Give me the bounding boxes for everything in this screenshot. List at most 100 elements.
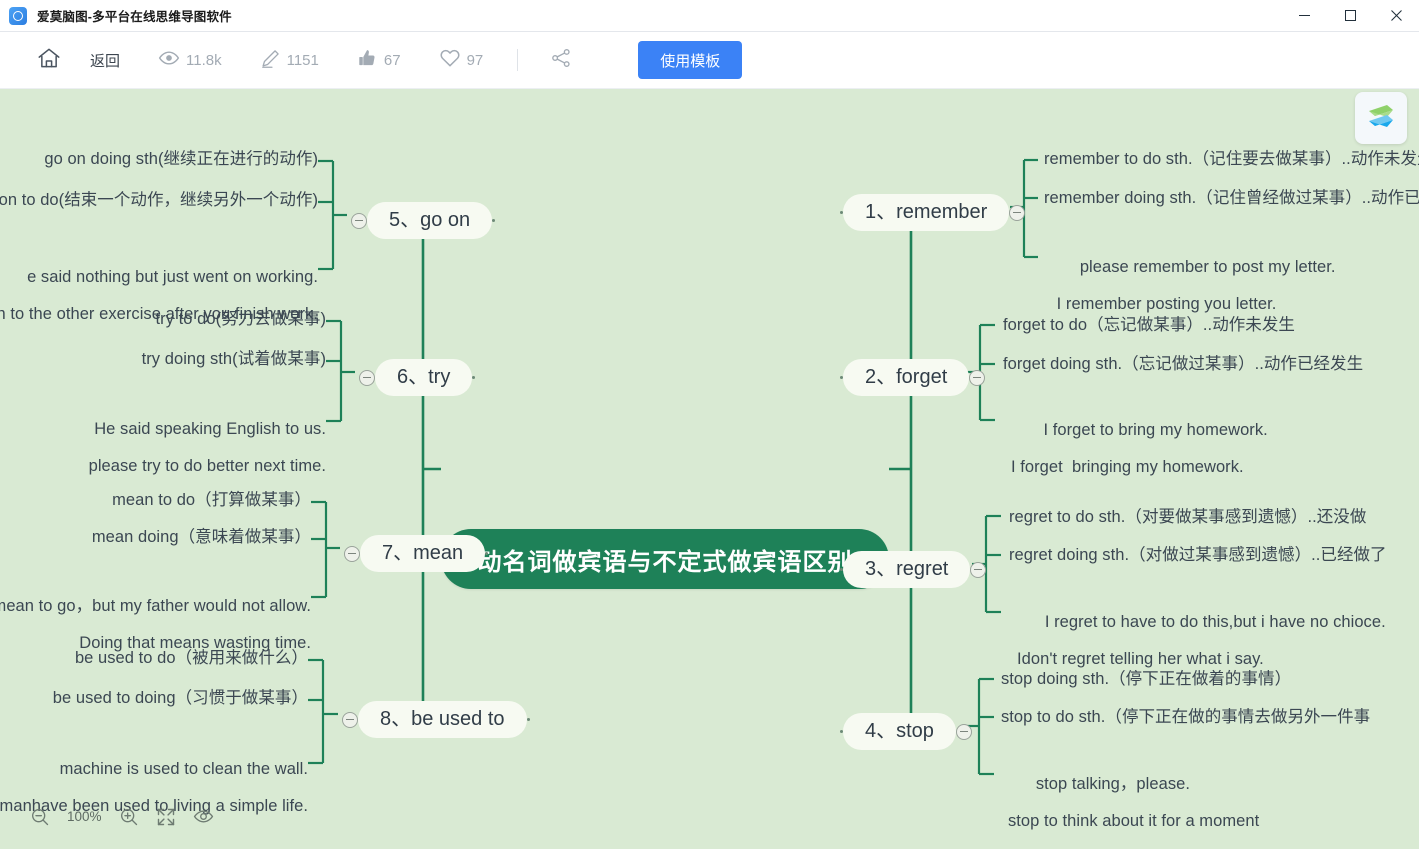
leaf-remember-3[interactable]: please remember to post my letter. I rem… bbox=[1052, 239, 1336, 352]
maximize-button[interactable] bbox=[1327, 0, 1373, 32]
minimize-button[interactable] bbox=[1281, 0, 1327, 32]
node-label: 1、remember bbox=[843, 194, 1010, 231]
view-count-value: 11.8k bbox=[186, 51, 222, 69]
leaf-go-on-2[interactable]: go on to do(结束一个动作，继续另外一个动作) bbox=[0, 191, 318, 210]
zoom-out-icon[interactable] bbox=[30, 807, 50, 827]
share-icon bbox=[550, 47, 572, 73]
leaf-try-2[interactable]: try doing sth(试着做某事) bbox=[142, 350, 326, 369]
leaf-mean-2[interactable]: mean doing（意味着做某事） bbox=[92, 528, 311, 547]
node-endpoint-dot bbox=[526, 718, 530, 721]
leaf-remember-1[interactable]: remember to do sth.（记住要去做某事）..动作未发生 bbox=[1044, 150, 1419, 169]
fit-screen-icon[interactable] bbox=[156, 807, 176, 827]
mindmap-canvas[interactable]: 动名词做宾语与不定式做宾语区别 5、go on 6、try 7、mean 8、b… bbox=[0, 89, 1419, 849]
leaf-line-2: stop to think about it for a moment bbox=[1008, 812, 1260, 831]
collapse-toggle-icon[interactable] bbox=[969, 369, 986, 386]
node-label: 6、try bbox=[375, 359, 473, 396]
like-count[interactable]: 67 bbox=[351, 40, 407, 80]
view-count: 11.8k bbox=[152, 40, 228, 80]
leaf-stop-3[interactable]: stop talking，please. stop to think about… bbox=[1008, 756, 1259, 849]
node-label: 5、go on bbox=[367, 202, 493, 239]
pencil-icon bbox=[260, 48, 281, 73]
window-title: 爱莫脑图-多平台在线思维导图软件 bbox=[37, 10, 232, 24]
leaf-line-1: I mean to go，but my father would not all… bbox=[0, 596, 311, 615]
zoom-toolbar: 100% bbox=[30, 806, 214, 827]
leaf-be-used-to-3[interactable]: machine is used to clean the wall. old m… bbox=[0, 741, 308, 849]
leaf-forget-3[interactable]: I forget to bring my homework. I forget … bbox=[1011, 402, 1268, 515]
node-regret[interactable]: 3、regret bbox=[840, 551, 987, 588]
leaf-line-1: I regret to have to do this,but i have n… bbox=[1044, 612, 1386, 631]
leaf-regret-2[interactable]: regret doing sth.（对做过某事感到遗憾）..已经做了 bbox=[1009, 546, 1387, 565]
leaf-regret-1[interactable]: regret to do sth.（对要做某事感到遗憾）..还没做 bbox=[1009, 508, 1366, 527]
node-mean[interactable]: 7、mean bbox=[344, 535, 489, 572]
collapse-toggle-icon[interactable] bbox=[342, 711, 358, 728]
leaf-forget-1[interactable]: forget to do（忘记做某事）..动作未发生 bbox=[1003, 316, 1295, 335]
leaf-line-2: please try to do better next time. bbox=[88, 457, 326, 476]
leaf-line-1: stop talking，please. bbox=[1035, 774, 1190, 793]
node-label: 4、stop bbox=[843, 713, 956, 750]
collapse-toggle-icon[interactable] bbox=[344, 545, 360, 562]
leaf-mean-1[interactable]: mean to do（打算做某事） bbox=[112, 491, 311, 510]
collapse-toggle-icon[interactable] bbox=[955, 723, 972, 740]
favorite-count[interactable]: 97 bbox=[433, 40, 490, 80]
node-forget[interactable]: 2、forget bbox=[840, 359, 986, 396]
leaf-go-on-1[interactable]: go on doing sth(继续正在进行的动作) bbox=[44, 150, 318, 169]
node-label: 3、regret bbox=[843, 551, 971, 588]
leaf-line-2: Idon't regret telling her what i say. bbox=[1017, 650, 1264, 669]
collapse-toggle-icon[interactable] bbox=[351, 212, 367, 229]
zoom-in-icon[interactable] bbox=[119, 807, 139, 827]
mindmap-root-node[interactable]: 动名词做宾语与不定式做宾语区别 bbox=[441, 529, 889, 589]
leaf-line-2: I forget bringing my homework. bbox=[1011, 458, 1244, 477]
node-endpoint-dot bbox=[492, 219, 496, 222]
app-logo-icon bbox=[9, 6, 27, 25]
home-icon bbox=[36, 45, 62, 75]
toolbar: 返回 11.8k 1151 67 97 使用模板 bbox=[0, 32, 1419, 89]
eye-icon bbox=[158, 47, 180, 73]
heart-icon bbox=[439, 47, 461, 73]
collapse-toggle-icon[interactable] bbox=[1009, 204, 1026, 221]
zoom-level-label: 100% bbox=[67, 809, 102, 824]
node-endpoint-dot bbox=[485, 552, 489, 555]
leaf-line-1: He said speaking English to us. bbox=[94, 419, 326, 438]
node-label: 2、forget bbox=[843, 359, 970, 396]
leaf-line-1: please remember to post my letter. bbox=[1079, 257, 1336, 276]
leaf-mean-3[interactable]: I mean to go，but my father would not all… bbox=[0, 578, 311, 691]
collapse-toggle-icon[interactable] bbox=[359, 369, 375, 386]
leaf-stop-1[interactable]: stop doing sth.（停下正在做着的事情） bbox=[1001, 670, 1291, 689]
leaf-line-2: I remember posting you letter. bbox=[1052, 295, 1277, 314]
back-button[interactable]: 返回 bbox=[84, 40, 126, 80]
node-try[interactable]: 6、try bbox=[359, 359, 476, 396]
leaf-go-on-3[interactable]: e said nothing but just went on working.… bbox=[0, 249, 318, 362]
app-window: 爱莫脑图-多平台在线思维导图软件 返回 11.8k 1151 67 97 使用模… bbox=[0, 0, 1419, 849]
preview-eye-icon[interactable] bbox=[193, 806, 214, 827]
leaf-line-1: machine is used to clean the wall. bbox=[59, 759, 308, 778]
leaf-line-1: e said nothing but just went on working. bbox=[27, 267, 318, 286]
leaf-forget-2[interactable]: forget doing sth.（忘记做过某事）..动作已经发生 bbox=[1003, 355, 1363, 374]
share-button[interactable] bbox=[544, 40, 578, 80]
like-count-value: 67 bbox=[383, 51, 401, 69]
node-remember[interactable]: 1、remember bbox=[840, 194, 1026, 231]
window-controls bbox=[1281, 0, 1419, 32]
node-stop[interactable]: 4、stop bbox=[840, 713, 972, 750]
leaf-line-1: I forget to bring my homework. bbox=[1038, 420, 1268, 439]
title-bar: 爱莫脑图-多平台在线思维导图软件 bbox=[0, 0, 1419, 32]
home-button[interactable] bbox=[30, 40, 68, 80]
favorite-count-value: 97 bbox=[466, 51, 484, 69]
back-label: 返回 bbox=[90, 52, 121, 70]
use-template-button[interactable]: 使用模板 bbox=[638, 41, 743, 79]
leaf-be-used-to-2[interactable]: be used to doing（习惯于做某事） bbox=[53, 689, 308, 708]
node-be-used-to[interactable]: 8、be used to bbox=[342, 701, 530, 738]
leaf-stop-2[interactable]: stop to do sth.（停下正在做的事情去做另外一件事 bbox=[1001, 708, 1370, 727]
leaf-regret-3[interactable]: I regret to have to do this,but i have n… bbox=[1017, 594, 1386, 707]
leaf-be-used-to-1[interactable]: be used to do（被用来做什么） bbox=[75, 649, 308, 668]
node-endpoint-dot bbox=[472, 376, 476, 379]
edit-count-value: 1151 bbox=[286, 51, 319, 69]
collapse-toggle-icon[interactable] bbox=[970, 561, 987, 578]
edit-count: 1151 bbox=[254, 40, 325, 80]
leaf-remember-2[interactable]: remember doing sth.（记住曾经做过某事）..动作已经发生 bbox=[1044, 189, 1419, 208]
node-go-on[interactable]: 5、go on bbox=[351, 202, 496, 239]
close-button[interactable] bbox=[1373, 0, 1419, 32]
toolbar-divider bbox=[517, 49, 519, 71]
node-label: 8、be used to bbox=[358, 701, 527, 738]
leaf-try-1[interactable]: try to do(努力去做某事) bbox=[156, 310, 326, 329]
node-label: 7、mean bbox=[360, 535, 486, 572]
